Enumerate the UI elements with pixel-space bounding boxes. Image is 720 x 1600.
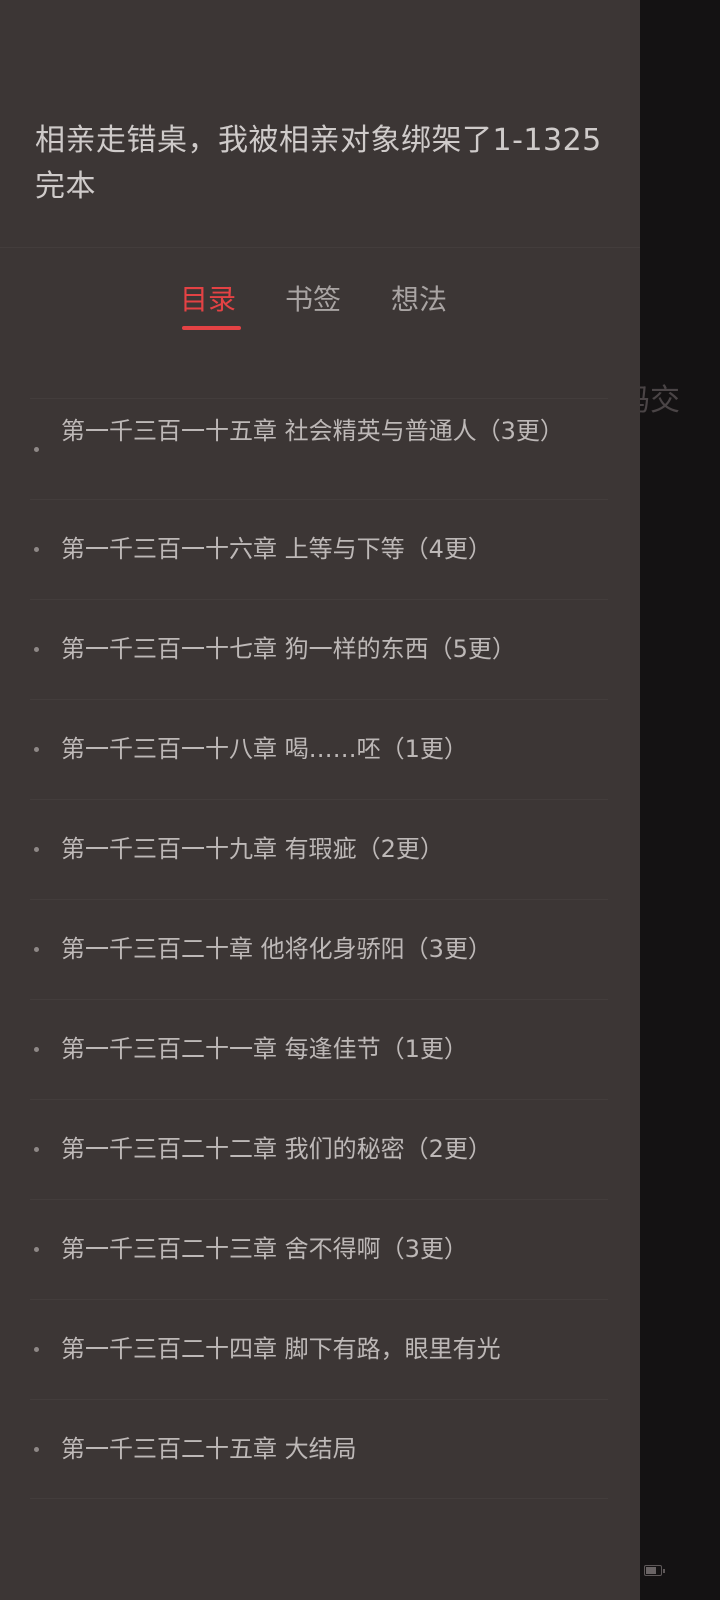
chapter-item[interactable]: 第一千三百一十五章 社会精英与普通人（3更） <box>30 398 608 499</box>
chapter-item[interactable]: 第一千三百一十八章 喝……呸（1更） <box>30 699 608 799</box>
tab-bookmarks[interactable]: 书签 <box>285 278 341 322</box>
active-tab-indicator <box>182 326 241 330</box>
chapter-title: 第一千三百二十四章 脚下有路，眼里有光 <box>61 1335 501 1363</box>
chapter-item[interactable]: 第一千三百二十五章 大结局 <box>30 1399 608 1499</box>
drawer-tabs: 目录 书签 想法 <box>0 278 640 338</box>
bullet-icon <box>34 1447 39 1452</box>
chapter-item[interactable]: 第一千三百二十三章 舍不得啊（3更） <box>30 1199 608 1299</box>
chapter-item[interactable]: 第一千三百二十一章 每逢佳节（1更） <box>30 999 608 1099</box>
chapter-title: 第一千三百二十三章 舍不得啊（3更） <box>61 1235 468 1263</box>
bullet-icon <box>34 1247 39 1252</box>
bullet-icon <box>34 647 39 652</box>
chapter-item[interactable]: 第一千三百一十七章 狗一样的东西（5更） <box>30 599 608 699</box>
chapter-item[interactable]: 第一千三百二十二章 我们的秘密（2更） <box>30 1099 608 1199</box>
bullet-icon <box>34 1347 39 1352</box>
chapter-title: 第一千三百二十二章 我们的秘密（2更） <box>61 1135 492 1163</box>
bullet-icon <box>34 1147 39 1152</box>
chapter-title: 第一千三百二十五章 大结局 <box>61 1435 357 1463</box>
bullet-icon <box>34 747 39 752</box>
bullet-icon <box>34 547 39 552</box>
reader-screen: 码交 相亲走错桌，我被相亲对象绑架了1-1325完本 目录 书签 想法 第一千三… <box>0 0 720 1600</box>
book-header: 相亲走错桌，我被相亲对象绑架了1-1325完本 <box>0 0 640 248</box>
tab-contents[interactable]: 目录 <box>180 278 236 322</box>
chapter-title: 第一千三百一十八章 喝……呸（1更） <box>61 735 468 763</box>
chapter-list: 第一千三百一十五章 社会精英与普通人（3更） 第一千三百一十六章 上等与下等（4… <box>30 398 608 1499</box>
table-of-contents-drawer: 相亲走错桌，我被相亲对象绑架了1-1325完本 目录 书签 想法 第一千三百一十… <box>0 0 640 1600</box>
bullet-icon <box>34 847 39 852</box>
battery-icon <box>644 1565 665 1576</box>
bullet-icon <box>34 447 39 452</box>
tab-notes[interactable]: 想法 <box>391 278 447 322</box>
bullet-icon <box>34 1047 39 1052</box>
bullet-icon <box>34 947 39 952</box>
chapter-item[interactable]: 第一千三百一十九章 有瑕疵（2更） <box>30 799 608 899</box>
chapter-title: 第一千三百一十九章 有瑕疵（2更） <box>61 835 444 863</box>
book-title: 相亲走错桌，我被相亲对象绑架了1-1325完本 <box>35 123 602 204</box>
chapter-title: 第一千三百二十章 他将化身骄阳（3更） <box>61 935 492 963</box>
chapter-title: 第一千三百一十六章 上等与下等（4更） <box>61 535 492 563</box>
chapter-title: 第一千三百一十五章 社会精英与普通人（3更） <box>61 417 564 445</box>
chapter-item[interactable]: 第一千三百一十六章 上等与下等（4更） <box>30 499 608 599</box>
chapter-item[interactable]: 第一千三百二十章 他将化身骄阳（3更） <box>30 899 608 999</box>
chapter-title: 第一千三百一十七章 狗一样的东西（5更） <box>61 635 516 663</box>
chapter-title: 第一千三百二十一章 每逢佳节（1更） <box>61 1035 468 1063</box>
chapter-item[interactable]: 第一千三百二十四章 脚下有路，眼里有光 <box>30 1299 608 1399</box>
